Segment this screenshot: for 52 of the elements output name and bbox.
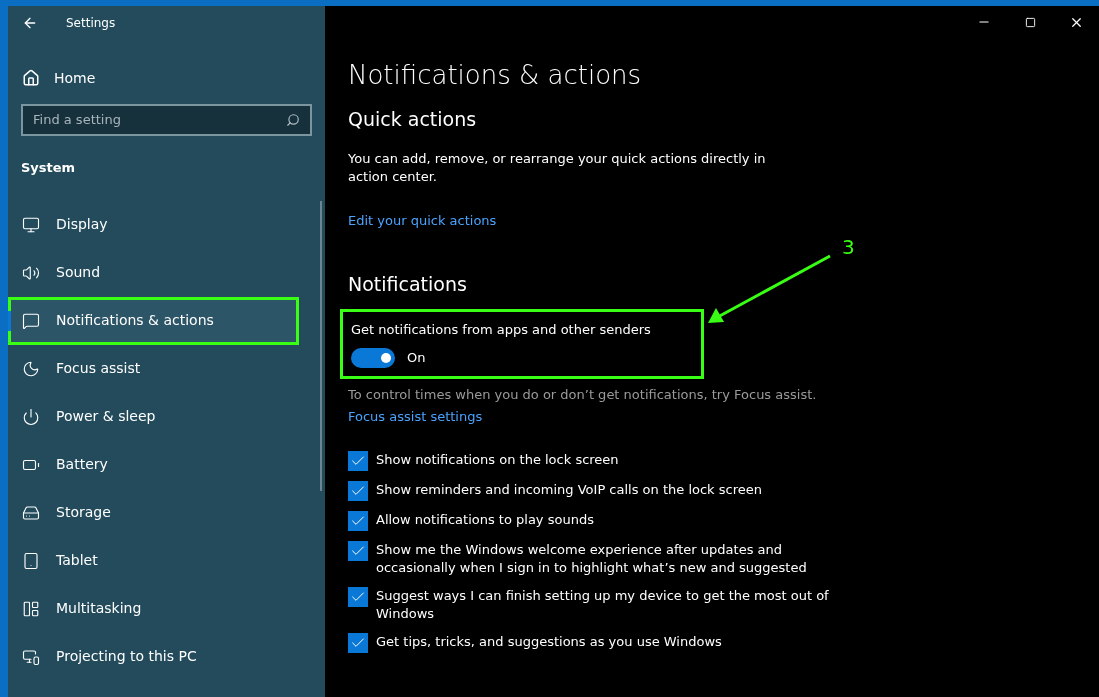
home-icon (22, 69, 40, 87)
nav-item[interactable]: Focus assist (8, 344, 320, 393)
nav-item[interactable]: Battery (8, 440, 320, 489)
checkbox-label: Show me the Windows welcome experience after updates and occasionally when I sign in to highlight what’s new and suggested (376, 541, 808, 577)
page-title: Notifications & actions (348, 59, 642, 92)
checkbox-label: Get tips, tricks, and suggestions as you use Windows (376, 633, 723, 651)
nav-item[interactable]: Power & sleep (8, 392, 320, 441)
search-field[interactable]: Find a setting (21, 104, 312, 136)
toggle-label: Get notifications from apps and other senders (351, 320, 651, 339)
checkbox[interactable] (348, 541, 368, 561)
checkbox[interactable] (348, 451, 368, 471)
drive-icon (22, 503, 40, 522)
checkbox-label: Show reminders and incoming VoIP calls on the lock screen (376, 481, 763, 499)
checkbox[interactable] (348, 511, 368, 531)
speech-bubble-icon (22, 311, 40, 330)
speaker-icon (22, 263, 40, 282)
nav-item[interactable]: Display (8, 200, 320, 249)
checkbox-label: Suggest ways I can finish setting up my device to get the most out of Windows (376, 587, 830, 623)
maximize-icon (1024, 16, 1036, 28)
hint-text: To control times when you do or don’t get notifications, try Focus assist. (348, 386, 817, 404)
search-input[interactable]: Find a setting (33, 110, 286, 130)
window-title: Settings (66, 15, 116, 32)
nav-item[interactable]: Storage (8, 488, 320, 537)
annotation-label: 3 (842, 234, 855, 261)
search-icon (286, 113, 300, 127)
power-icon (22, 407, 40, 426)
checkbox[interactable] (348, 587, 368, 607)
checkbox-label: Allow notifications to play sounds (376, 511, 595, 529)
checkbox[interactable] (348, 481, 368, 501)
monitor-icon (22, 215, 40, 234)
focus-assist-settings-link[interactable]: Focus assist settings (348, 406, 483, 426)
home-nav-item[interactable]: Home (8, 62, 325, 94)
selection-bar (8, 310, 11, 331)
edit-quick-actions-link[interactable]: Edit your quick actions (348, 210, 497, 230)
section-heading: Quick actions (348, 107, 477, 132)
checkbox[interactable] (348, 633, 368, 653)
tablet-icon (22, 551, 40, 570)
description-text: You can add, remove, or rearrange your quick actions directly in action center. (348, 149, 767, 186)
nav-item[interactable]: Multitasking (8, 584, 320, 633)
nav-item[interactable]: Projecting to this PC (8, 632, 320, 681)
back-button[interactable] (22, 15, 38, 31)
toggle-state-text: On (407, 349, 426, 368)
toggle-switch[interactable] (351, 348, 395, 368)
section-heading: Notifications (348, 272, 467, 297)
checkbox-label: Show notifications on the lock screen (376, 451, 620, 469)
nav-item[interactable]: Sound (8, 248, 320, 297)
moon-icon (22, 359, 40, 378)
nav-item[interactable]: Notifications & actions (8, 296, 299, 345)
nav-item[interactable]: Tablet (8, 536, 320, 585)
panels-icon (22, 599, 40, 618)
section-heading: System (20, 159, 77, 177)
screens-icon (22, 647, 40, 666)
